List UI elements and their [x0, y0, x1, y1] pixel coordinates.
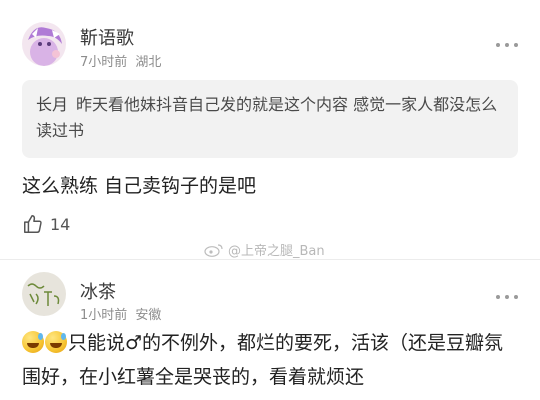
- comment-location: 湖北: [135, 55, 162, 70]
- comment-time: 7小时前: [80, 55, 128, 70]
- user-avatar[interactable]: [22, 22, 66, 66]
- comment-meta: 1小时前 安徽: [80, 304, 161, 323]
- quoted-reply[interactable]: 长月 昨天看他妹抖音自己发的就是这个内容 感觉一家人都没怎么读过书: [22, 80, 518, 158]
- more-options-icon[interactable]: [496, 293, 518, 301]
- thumbs-up-icon: [24, 215, 42, 233]
- comment-body: 只能说♂的不例外，都烂的要死，活该（还是豆瓣氛围好，在小红薯全是哭丧的，看着就烦…: [22, 332, 504, 388]
- sweat-smile-emoji-icon: [22, 331, 44, 353]
- username[interactable]: 冰茶: [80, 278, 116, 304]
- user-avatar[interactable]: [22, 272, 66, 316]
- watermark: @上帝之腿_Ban: [204, 240, 325, 259]
- comment-item: 靳语歌 7小时前 湖北 长月 昨天看他妹抖音自己发的就是这个内容 感觉一家人都没怎…: [0, 0, 540, 260]
- comment-time: 1小时前: [80, 308, 128, 323]
- comment-text: 只能说♂的不例外，都烂的要死，活该（还是豆瓣氛围好，在小红薯全是哭丧的，看着就烦…: [22, 326, 522, 394]
- like-button[interactable]: 14: [22, 212, 70, 236]
- avatar-anime-girl-icon: [22, 22, 66, 66]
- quote-author[interactable]: 长月: [36, 95, 68, 114]
- username[interactable]: 靳语歌: [80, 24, 134, 50]
- like-count: 14: [50, 214, 71, 234]
- quote-text: 昨天看他妹抖音自己发的就是这个内容 感觉一家人都没怎么读过书: [36, 95, 498, 140]
- more-options-icon[interactable]: [496, 41, 518, 49]
- sweat-smile-emoji-icon: [45, 331, 67, 353]
- comment-item: 冰茶 1小时前 安徽 只能说♂的不例外，都烂的要死，活该（还是豆瓣氛围好，在小红…: [0, 260, 540, 400]
- watermark-text: @上帝之腿_Ban: [228, 244, 325, 259]
- comment-location: 安徽: [135, 308, 162, 323]
- weibo-logo-icon: [204, 243, 223, 257]
- comment-text: 这么熟练 自己卖钩子的是吧: [22, 175, 257, 197]
- avatar-handwriting-icon: [22, 272, 66, 316]
- comment-meta: 7小时前 湖北: [80, 51, 161, 70]
